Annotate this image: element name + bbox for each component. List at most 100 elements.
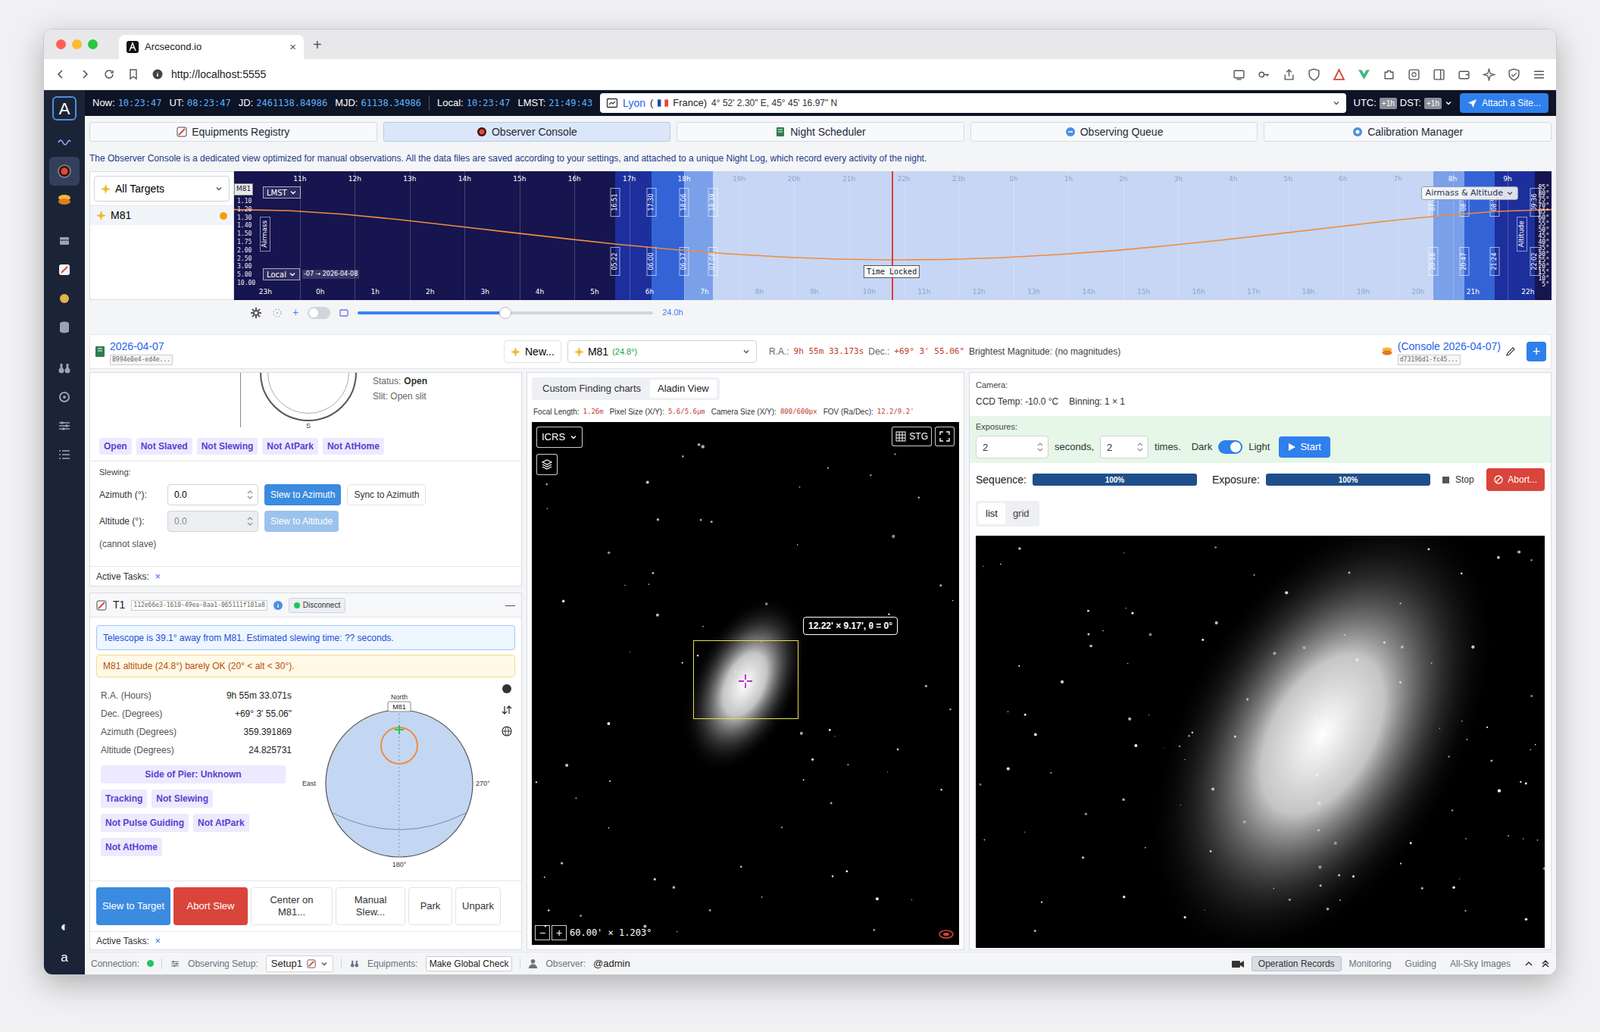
zoom-out-button[interactable]: − [534,925,550,941]
add-console-button[interactable]: + [1526,341,1547,362]
menu-icon[interactable] [1532,68,1546,82]
key-icon[interactable] [1257,68,1271,82]
gear-icon[interactable] [250,306,263,319]
sidebar-item[interactable] [49,312,80,342]
sidebar-item[interactable] [49,411,80,441]
start-button[interactable]: Start [1278,436,1330,458]
browser-tab[interactable]: Arcsecond.io× [118,34,304,60]
account-button[interactable]: a [60,947,68,968]
crosshair-icon[interactable] [271,306,284,319]
sidebar-icon[interactable] [1432,68,1446,82]
aladin-view[interactable]: ICRSSTG12.22' × 9.17', θ = 0°−+60.00' × … [531,421,960,945]
nav-tab[interactable]: Equipments Registry [89,121,378,142]
finder-tab[interactable]: Custom Finding charts [534,379,649,398]
nav-tab[interactable]: Calibration Manager [1263,121,1552,142]
slew-altitude-button[interactable]: Slew to Altitude [264,510,339,532]
shield-icon[interactable] [1307,68,1321,82]
arcsecond-icon[interactable] [1332,68,1346,82]
telescope-action-button[interactable]: Slew to Target [96,887,171,925]
seconds-field[interactable] [975,435,1049,459]
theme-toggle[interactable]: ◐ [60,916,69,938]
view-option[interactable]: list [978,503,1006,525]
nav-tab[interactable]: Night Scheduler [676,121,965,142]
lmst-select[interactable]: LMST [262,186,301,199]
collapse-button[interactable]: — [505,597,516,613]
cast-icon[interactable] [1232,68,1246,82]
layers-button[interactable] [536,453,558,475]
app-logo[interactable]: A [52,96,77,121]
new-tab-button[interactable]: + [312,37,322,53]
sparkle-icon[interactable] [1482,68,1496,82]
pencil-icon[interactable] [1505,346,1516,357]
slew-azimuth-button[interactable]: Slew to Azimuth [264,484,341,506]
vpn-icon[interactable] [1507,68,1521,82]
sidebar-item[interactable] [49,156,80,186]
capture-icon[interactable] [1407,68,1421,82]
altitude-field[interactable] [167,510,259,532]
bottom-panel-tab[interactable]: All-Sky Images [1443,956,1517,972]
bottom-panel-tab[interactable]: Operation Records [1251,956,1342,972]
altitude-input[interactable] [168,511,247,532]
sidebar-item[interactable] [49,284,80,313]
maximize-icon[interactable] [1540,959,1550,969]
projection-button[interactable]: STG [891,426,932,447]
share-icon[interactable] [1282,68,1296,82]
night-log-date[interactable]: 2026-04-07 [109,338,173,355]
view-option[interactable]: grid [1005,503,1038,525]
azimuth-input[interactable] [168,484,247,505]
frame-select[interactable]: ICRS [536,426,583,448]
telescope-action-button[interactable]: Center on M81... [250,887,333,925]
dark-light-toggle[interactable] [1218,440,1243,454]
global-check-button[interactable]: Make Global Check [425,956,513,972]
nav-tab[interactable]: Observing Queue [970,121,1259,142]
minimize-window-button[interactable] [71,39,82,50]
sync-azimuth-button[interactable]: Sync to Azimuth [346,484,426,506]
wallet-icon[interactable] [1457,68,1471,82]
telescope-action-button[interactable]: Abort Slew [173,887,248,925]
airmass-chart[interactable]: 11h12h13h14h15h16h17h18h19h20h21h22h23h0… [234,171,1552,300]
sidebar-item[interactable] [49,382,80,412]
close-tab-button[interactable]: × [289,38,297,57]
bottom-panel-tab[interactable]: Monitoring [1343,956,1398,972]
expand-icon[interactable] [1524,959,1534,969]
seconds-input[interactable] [976,436,1038,458]
zoom-in-button[interactable]: + [551,925,567,941]
sidebar-item[interactable] [49,255,80,285]
attach-site-button[interactable]: Attach a Site... [1459,93,1549,113]
setup-select[interactable]: Setup1 [265,955,334,972]
fullscreen-button[interactable] [934,426,955,447]
times-field[interactable] [1100,435,1149,459]
disconnect-button[interactable]: Disconnect [288,597,346,613]
clear-tasks-button[interactable]: × [155,934,161,948]
range-toggle[interactable] [307,306,331,319]
url-field[interactable]: http://localhost:5555 [151,66,1221,83]
swap-icon[interactable] [501,704,513,716]
span-slider[interactable] [357,311,654,315]
new-target-button[interactable]: New... [503,340,562,363]
chart-mode-select[interactable]: Airmass & Altitude [1421,186,1519,200]
bottom-panel-tab[interactable]: Guiding [1399,956,1443,972]
sidebar-item[interactable] [49,440,80,469]
console-name[interactable]: (Console 2026-04-07) [1397,338,1501,355]
slider-knob[interactable] [499,306,512,319]
close-window-button[interactable] [56,39,66,50]
target-row[interactable]: M81 [90,205,234,225]
zoom-window-button[interactable] [87,39,98,50]
sidebar-item[interactable] [49,185,80,215]
sidebar-item[interactable] [49,226,80,256]
site-selector[interactable]: Lyon(France)4° 52' 2.30" E, 45° 45' 16.9… [600,93,1346,113]
telescope-action-button[interactable]: Park [408,887,453,925]
stop-button[interactable]: Stop [1442,472,1475,487]
record-icon[interactable] [501,683,513,694]
telescope-action-button[interactable]: Unpark [455,887,501,925]
target-select[interactable]: M81(24.8°) [567,340,757,363]
local-select[interactable]: Local [262,268,300,281]
azimuth-field[interactable] [167,484,259,506]
finder-tab[interactable]: Aladin View [650,379,717,398]
add-range-button[interactable]: + [292,304,299,321]
globe-icon[interactable] [501,725,513,737]
clear-tasks-button[interactable]: × [155,569,161,584]
abort-button[interactable]: Abort... [1486,468,1545,491]
vue-icon[interactable] [1357,68,1371,82]
sidebar-item[interactable] [49,128,80,157]
